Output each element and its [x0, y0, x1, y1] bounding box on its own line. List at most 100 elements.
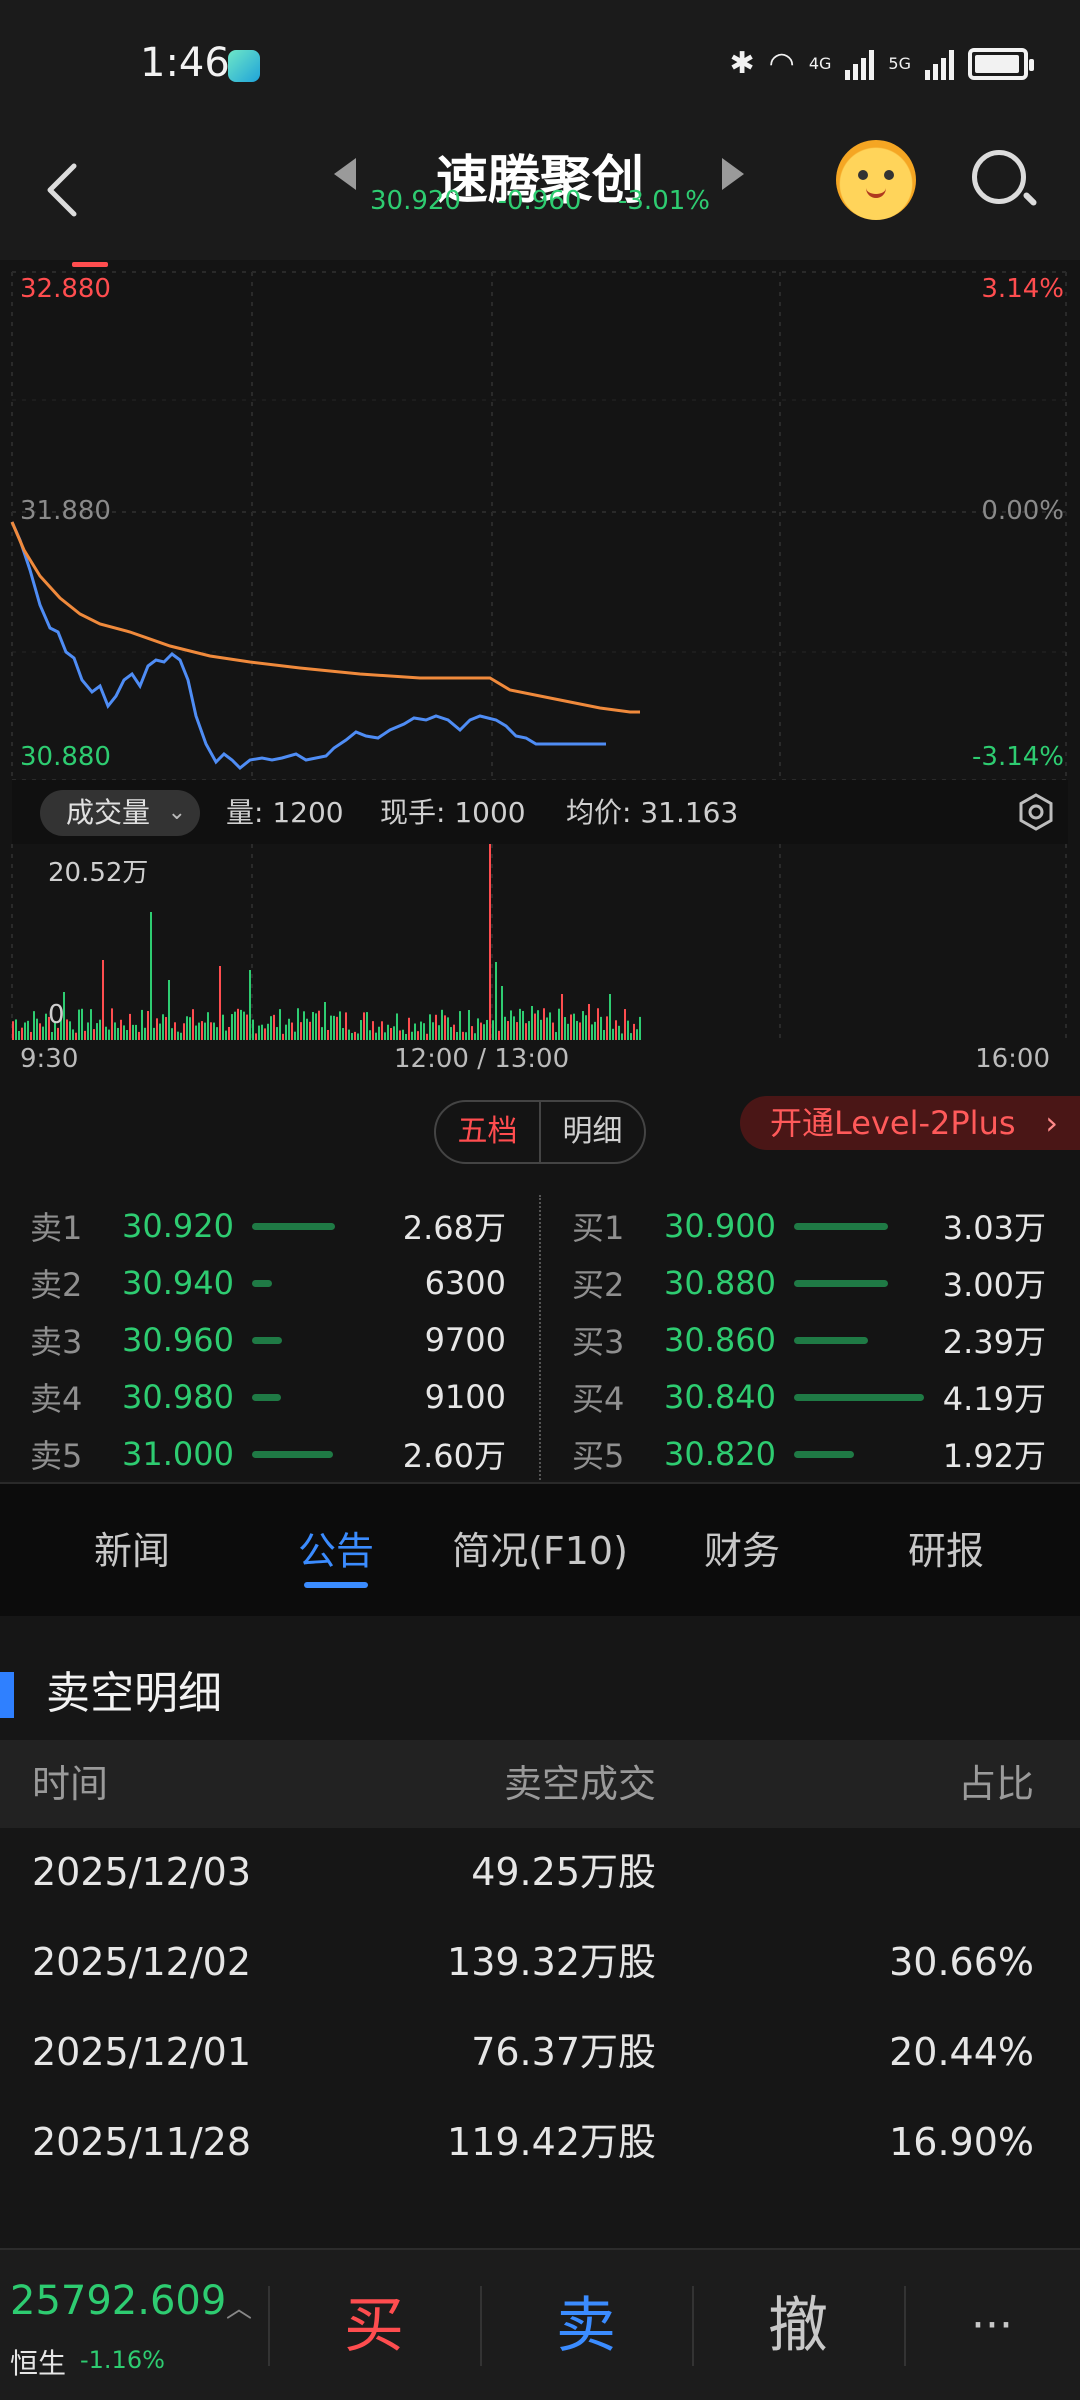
- row-date: 2025/12/03: [32, 1850, 252, 1894]
- row-volume: 76.37万股: [471, 2030, 656, 2074]
- volume-bar: [474, 1033, 476, 1040]
- app-notification-icon: [228, 50, 260, 82]
- table-row: 2025/12/03 49.25万股: [0, 1828, 1080, 1918]
- search-icon[interactable]: [972, 150, 1026, 204]
- bid-level-row[interactable]: 买2 30.880 3.00万: [572, 1255, 1046, 1311]
- cancel-order-button[interactable]: 撤: [698, 2250, 898, 2400]
- volume-bar: [327, 1029, 329, 1040]
- next-stock-icon[interactable]: [722, 158, 744, 190]
- price-high-label: 32.880: [20, 274, 111, 304]
- mascot-avatar-icon[interactable]: [836, 140, 916, 220]
- volume-bar: [387, 1024, 389, 1040]
- volume-bar: [333, 1015, 335, 1040]
- ask-level-row[interactable]: 卖3 30.960 9700: [30, 1312, 506, 1368]
- volume-bar: [72, 1029, 74, 1040]
- volume-bar: [402, 1029, 404, 1040]
- volume-bar: [567, 1023, 569, 1040]
- volume-bar: [201, 1021, 203, 1040]
- ask-level-row[interactable]: 卖1 30.920 2.68万: [30, 1198, 506, 1254]
- level-price: 30.940: [122, 1264, 234, 1302]
- signal-icon-1: [845, 48, 875, 80]
- row-date: 2025/12/01: [32, 2030, 252, 2074]
- volume-bar: [408, 1017, 410, 1040]
- ask-level-row[interactable]: 卖5 31.000 2.60万: [30, 1426, 506, 1482]
- tab-details[interactable]: 明细: [541, 1102, 644, 1162]
- volume-bar: [84, 1030, 86, 1040]
- volume-bar: [624, 1009, 626, 1040]
- volume-bar: [519, 1008, 521, 1040]
- time-start-label: 9:30: [20, 1044, 79, 1074]
- volume-bar: [636, 1029, 638, 1040]
- volume-bar: [291, 1022, 293, 1040]
- volume-bar: [489, 844, 491, 1040]
- level2-upgrade-button[interactable]: 开通Level-2Plus ›: [740, 1096, 1080, 1150]
- volume-bar: [87, 1022, 89, 1040]
- volume-bar: [531, 1006, 533, 1040]
- volume-bar: [27, 1020, 29, 1040]
- tab-news[interactable]: 新闻: [32, 1484, 232, 1618]
- ask-level-row[interactable]: 卖2 30.940 6300: [30, 1255, 506, 1311]
- volume-bar: [378, 1026, 380, 1040]
- volume-bar: [180, 1032, 182, 1040]
- volume-bar: [267, 1023, 269, 1040]
- volume-bar: [114, 1022, 116, 1040]
- volume-bar: [183, 1023, 185, 1040]
- volume-bar: [78, 1009, 80, 1040]
- content-tabs: 新闻 公告 简况(F10) 财务 研报: [0, 1482, 1080, 1616]
- bid-level-row[interactable]: 买4 30.840 4.19万: [572, 1369, 1046, 1425]
- volume-bar: [573, 1013, 575, 1040]
- tab-financials[interactable]: 财务: [642, 1484, 842, 1618]
- level-depth-bar: [252, 1450, 333, 1458]
- volume-bar: [594, 1021, 596, 1040]
- volume-bar: [612, 1028, 614, 1040]
- volume-bar: [156, 1018, 158, 1040]
- volume-bar: [588, 1004, 590, 1040]
- sell-button[interactable]: 卖: [486, 2250, 686, 2400]
- settings-gear-icon[interactable]: [1016, 792, 1056, 832]
- tab-five-levels[interactable]: 五档: [436, 1102, 541, 1162]
- volume-bar: [51, 1032, 53, 1040]
- tab-research[interactable]: 研报: [846, 1484, 1046, 1618]
- volume-bar: [225, 1030, 227, 1040]
- volume-bar: [237, 1008, 239, 1040]
- table-row: 2025/12/01 76.37万股 20.44%: [0, 2008, 1080, 2098]
- volume-bar: [174, 1022, 176, 1040]
- volume-zero-label: 0: [48, 1000, 65, 1030]
- previous-stock-icon[interactable]: [334, 158, 356, 190]
- more-button[interactable]: ···: [892, 2250, 1080, 2400]
- volume-bar: [234, 1011, 236, 1040]
- level-price: 30.980: [122, 1378, 234, 1416]
- pct-mid-label: 0.00%: [981, 496, 1064, 526]
- intraday-chart[interactable]: 32.880 31.880 30.880 3.14% 0.00% -3.14% …: [0, 260, 1080, 1080]
- volume-bar: [456, 1031, 458, 1040]
- volume-bar: [405, 1033, 407, 1040]
- volume-bar: [24, 1022, 26, 1040]
- bid-level-row[interactable]: 买5 30.820 1.92万: [572, 1426, 1046, 1482]
- volume-bar: [171, 1028, 173, 1040]
- row-date: 2025/12/02: [32, 1940, 252, 1984]
- bid-level-row[interactable]: 买1 30.900 3.03万: [572, 1198, 1046, 1254]
- level-quantity: 6300: [424, 1264, 506, 1302]
- tab-profile[interactable]: 简况(F10): [438, 1484, 642, 1618]
- volume-bar: [30, 1031, 32, 1040]
- volume-bar: [252, 1019, 254, 1040]
- volume-selector[interactable]: 成交量 ⌄: [40, 790, 200, 836]
- volume-max-label: 20.52万: [48, 858, 149, 888]
- level-price: 30.920: [122, 1207, 234, 1245]
- volume-bar: [228, 1026, 230, 1040]
- volume-bar: [348, 1029, 350, 1040]
- divider: [268, 2286, 270, 2366]
- volume-bar: [303, 1011, 305, 1040]
- volume-bar: [288, 1018, 290, 1040]
- volume-bar: [249, 970, 251, 1040]
- ask-level-row[interactable]: 卖4 30.980 9100: [30, 1369, 506, 1425]
- back-arrow-icon[interactable]: [40, 160, 84, 220]
- level-quantity: 4.19万: [942, 1380, 1046, 1418]
- volume-bar: [66, 1019, 68, 1040]
- tab-announcements[interactable]: 公告: [236, 1484, 436, 1618]
- order-book: 五档 明细 开通Level-2Plus › 卖1 30.920 2.68万 卖2 30.…: [0, 1080, 1080, 1495]
- volume-bar: [210, 1022, 212, 1040]
- bid-level-row[interactable]: 买3 30.860 2.39万: [572, 1312, 1046, 1368]
- buy-button[interactable]: 买: [274, 2250, 474, 2400]
- volume-bar: [165, 1017, 167, 1040]
